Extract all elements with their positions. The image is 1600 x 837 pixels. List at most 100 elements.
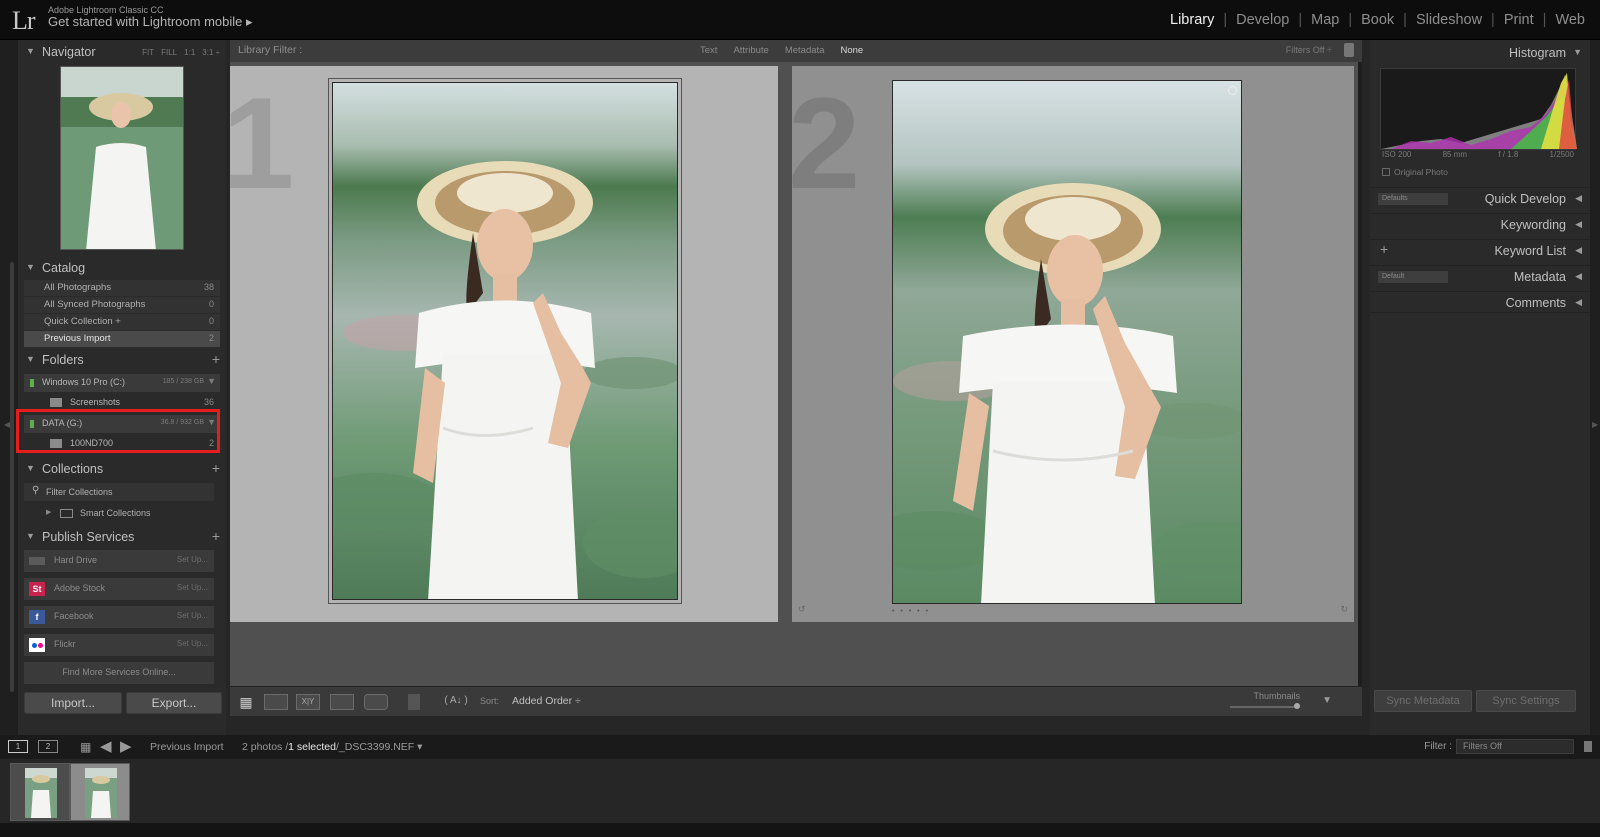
add-collection-icon[interactable]: + xyxy=(212,460,220,476)
collections-header[interactable]: ▼ Collections + xyxy=(18,459,226,481)
add-publish-service-icon[interactable]: + xyxy=(212,528,220,544)
module-slideshow[interactable]: Slideshow xyxy=(1407,12,1491,28)
toolbar-options-chevron-icon[interactable]: ▼ xyxy=(1322,695,1332,706)
disclosure-triangle-icon[interactable]: ◀ xyxy=(1575,219,1582,230)
star-rating[interactable]: • • • • • xyxy=(892,608,930,615)
filmstrip-thumbnail[interactable] xyxy=(10,763,70,821)
disclosure-triangle-icon[interactable]: ▼ xyxy=(26,354,35,364)
disclosure-triangle-icon[interactable]: ▼ xyxy=(26,262,35,272)
sync-settings-button[interactable]: Sync Settings xyxy=(1476,690,1576,712)
left-panel-edge[interactable]: ◀ xyxy=(0,40,18,735)
add-folder-icon[interactable]: + xyxy=(212,351,220,367)
grid-view-icon[interactable]: ▦ xyxy=(234,694,258,710)
module-develop[interactable]: Develop xyxy=(1227,12,1298,28)
disclosure-triangle-icon[interactable]: ▼ xyxy=(26,46,35,56)
find-more-services-button[interactable]: Find More Services Online... xyxy=(24,662,214,684)
disclosure-triangle-icon[interactable]: ▼ xyxy=(26,463,35,473)
add-keyword-icon[interactable]: + xyxy=(1380,241,1388,257)
filter-collections-input[interactable]: ⚲ Filter Collections xyxy=(24,483,214,501)
publish-service-adobe-stock[interactable]: St Adobe Stock Set Up... xyxy=(24,578,214,600)
checkbox-icon[interactable] xyxy=(1382,168,1390,176)
metadata-preset-dropdown[interactable]: Default xyxy=(1378,271,1448,283)
sort-order-dropdown[interactable]: Added Order ÷ xyxy=(512,695,581,707)
grid-cell[interactable]: 1 xyxy=(222,66,778,622)
publish-service-hard-drive[interactable]: Hard Drive Set Up... xyxy=(24,550,214,572)
keywording-header[interactable]: Keywording ◀ xyxy=(1370,213,1590,235)
disclosure-triangle-icon[interactable]: ▼ xyxy=(1573,47,1582,57)
filter-tab-none[interactable]: None xyxy=(840,45,863,56)
module-print[interactable]: Print xyxy=(1495,12,1543,28)
module-web[interactable]: Web xyxy=(1546,12,1594,28)
module-map[interactable]: Map xyxy=(1302,12,1348,28)
photo-thumbnail[interactable] xyxy=(892,80,1242,604)
grid-cell-selected[interactable]: 2 • • • • • ↺ ↻ xyxy=(788,66,1354,622)
left-panel-scrollbar[interactable] xyxy=(10,262,14,692)
publish-service-facebook[interactable]: f Facebook Set Up... xyxy=(24,606,214,628)
navigator-preview[interactable] xyxy=(60,66,184,250)
rotate-left-icon[interactable]: ↺ xyxy=(798,604,806,615)
keyword-list-header[interactable]: + Keyword List ◀ xyxy=(1370,239,1590,261)
quick-develop-header[interactable]: Defaults Quick Develop ◀ xyxy=(1370,187,1590,209)
catalog-item-all-synced[interactable]: All Synced Photographs 0 xyxy=(24,297,220,313)
setup-link[interactable]: Set Up... xyxy=(177,611,208,620)
zoom-fit[interactable]: FIT xyxy=(142,48,154,57)
thumbnail-size-slider[interactable] xyxy=(1230,706,1300,708)
lock-icon[interactable] xyxy=(1344,43,1354,57)
rotate-right-icon[interactable]: ↻ xyxy=(1340,604,1348,615)
disclosure-triangle-icon[interactable]: ◀ xyxy=(1575,193,1582,204)
people-view-icon[interactable] xyxy=(364,694,388,710)
export-button[interactable]: Export... xyxy=(126,692,222,714)
compare-view-icon[interactable]: X|Y xyxy=(296,694,320,710)
volume-windows-c[interactable]: Windows 10 Pro (C:) 185 / 238 GB ▼ xyxy=(24,374,220,392)
histogram-header[interactable]: Histogram ▼ xyxy=(1370,42,1590,64)
setup-link[interactable]: Set Up... xyxy=(177,555,208,564)
comments-header[interactable]: Comments ◀ xyxy=(1370,291,1590,313)
grid-view-icon[interactable]: ▦ xyxy=(80,740,91,754)
zoom-3-1[interactable]: 3:1 ÷ xyxy=(202,48,220,57)
filename-dropdown[interactable]: /_DSC3399.NEF ▾ xyxy=(336,741,422,753)
secondary-screen-button[interactable]: 2 xyxy=(38,740,58,753)
right-panel-edge[interactable]: ▶ xyxy=(1590,40,1600,735)
sync-metadata-button[interactable]: Sync Metadata xyxy=(1374,690,1472,712)
disclosure-triangle-icon[interactable]: ◀ xyxy=(1575,297,1582,308)
disclosure-triangle-icon[interactable]: ◀ xyxy=(1575,245,1582,256)
thumbnail-size-slider-knob[interactable] xyxy=(1294,703,1300,709)
setup-link[interactable]: Set Up... xyxy=(177,583,208,592)
navigator-header[interactable]: ▼ Navigator FIT FILL 1:1 3:1 ÷ xyxy=(18,42,226,64)
catalog-header[interactable]: ▼ Catalog xyxy=(18,258,226,280)
folders-header[interactable]: ▼ Folders + xyxy=(18,350,226,372)
catalog-item-quick-collection[interactable]: Quick Collection +0 xyxy=(24,314,220,330)
quick-develop-preset-dropdown[interactable]: Defaults xyxy=(1378,193,1448,205)
disclosure-triangle-icon[interactable]: ▼ xyxy=(26,531,35,541)
filmstrip-thumbnail-selected[interactable] xyxy=(70,763,130,821)
zoom-1-1[interactable]: 1:1 xyxy=(184,48,195,57)
original-photo-toggle[interactable]: Original Photo xyxy=(1382,167,1448,177)
mobile-promo-link[interactable]: Get started with Lightroom mobile ▸ xyxy=(48,14,253,30)
lock-icon[interactable] xyxy=(1584,741,1592,752)
chevron-down-icon[interactable]: ▼ xyxy=(207,376,216,386)
loupe-view-icon[interactable] xyxy=(264,694,288,710)
collapse-right-icon[interactable]: ▶ xyxy=(1592,420,1598,429)
catalog-item-all-photographs[interactable]: All Photographs 38 xyxy=(24,280,220,296)
expand-triangle-icon[interactable]: ▶ xyxy=(46,508,51,516)
filmstrip-filter-dropdown[interactable]: Filters Off xyxy=(1456,739,1574,754)
publish-service-flickr[interactable]: Flickr Set Up... xyxy=(24,634,214,656)
module-book[interactable]: Book xyxy=(1352,12,1403,28)
smart-collections-item[interactable]: ▶ Smart Collections xyxy=(24,506,214,522)
disclosure-triangle-icon[interactable]: ◀ xyxy=(1575,271,1582,282)
module-library[interactable]: Library xyxy=(1161,12,1223,28)
quick-collection-marker-icon[interactable] xyxy=(1228,86,1237,95)
photo-thumbnail[interactable] xyxy=(332,82,678,600)
metadata-header[interactable]: Default Metadata ◀ xyxy=(1370,265,1590,287)
survey-view-icon[interactable] xyxy=(330,694,354,710)
setup-link[interactable]: Set Up... xyxy=(177,639,208,648)
filter-tab-attribute[interactable]: Attribute xyxy=(733,45,768,56)
back-arrow-icon[interactable]: ◀ xyxy=(100,737,112,755)
forward-arrow-icon[interactable]: ▶ xyxy=(120,737,132,755)
import-button[interactable]: Import... xyxy=(24,692,122,714)
zoom-fill[interactable]: FILL xyxy=(161,48,177,57)
filmstrip-source[interactable]: Previous Import xyxy=(150,741,224,753)
filter-tab-text[interactable]: Text xyxy=(700,45,717,56)
sort-direction-icon[interactable]: ( A↓ ) xyxy=(442,694,470,710)
catalog-item-previous-import[interactable]: Previous Import 2 xyxy=(24,331,220,347)
